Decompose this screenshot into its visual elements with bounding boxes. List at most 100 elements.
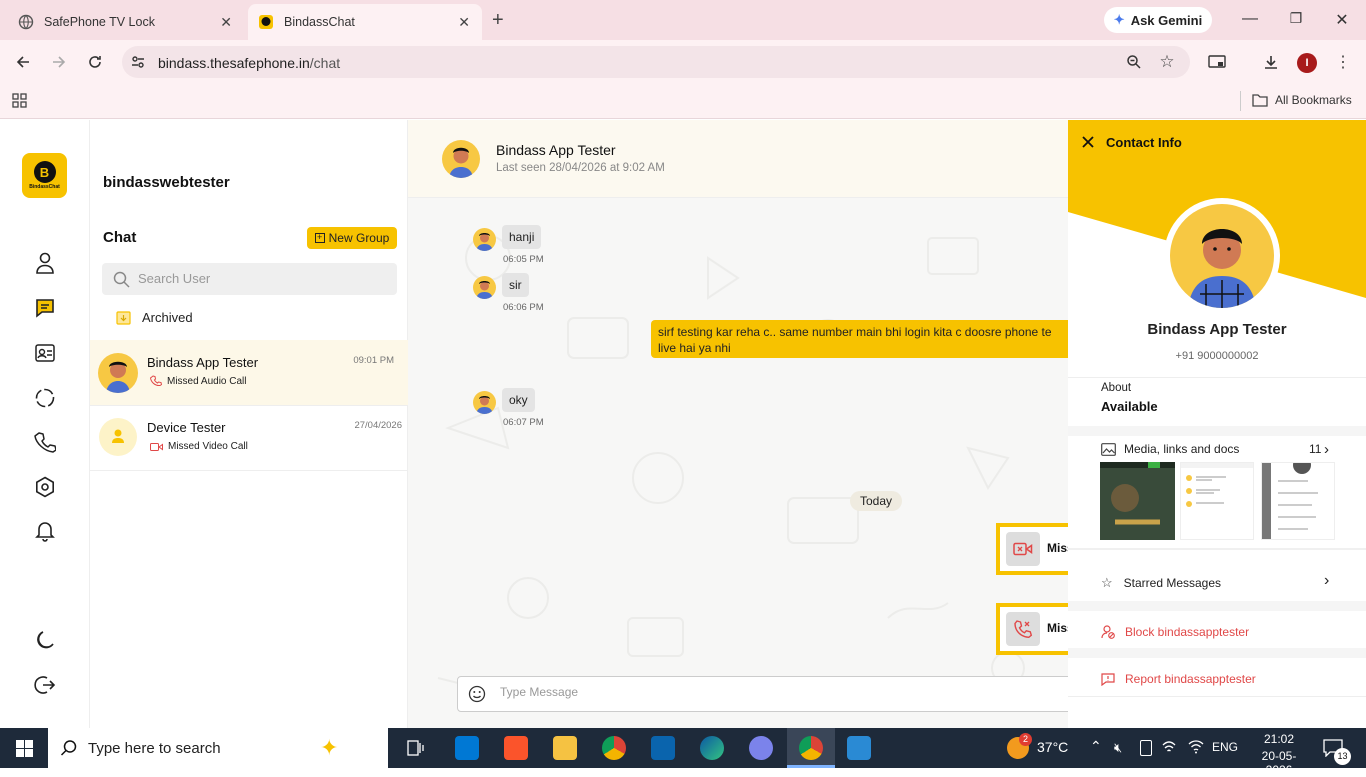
logout-icon[interactable] [33,673,57,697]
chat-icon[interactable] [33,296,57,320]
incoming-message: sir [502,273,529,297]
starred-messages-row[interactable]: ☆ Starred Messages [1101,575,1221,591]
apps-grid-icon[interactable] [12,93,27,111]
contact-phone: +91 9000000002 [1175,350,1259,362]
archived-row[interactable]: Archived [116,310,193,325]
battery-icon[interactable] [1140,740,1152,756]
missed-video-call-icon [150,442,163,451]
reload-icon[interactable] [83,50,107,74]
dark-mode-moon-icon[interactable] [33,628,57,652]
contacts-icon[interactable] [33,341,57,365]
tab-bindasschat[interactable]: BindassChat ✕ [248,4,482,40]
close-tab-icon[interactable]: ✕ [458,14,470,31]
incoming-message: hanji [502,225,542,249]
close-icon[interactable] [1080,134,1096,153]
chat-item[interactable]: Device Tester 27/04/2026 Missed Video Ca… [90,406,408,470]
bookmark-star-icon[interactable]: ☆ [1155,50,1179,74]
media-links-docs-row[interactable]: Media, links and docs [1101,442,1239,456]
download-icon[interactable] [1259,50,1283,74]
missed-video-call-card[interactable]: Miss [996,523,1068,575]
brave-browser-icon[interactable] [504,736,528,760]
chrome-profile-icon[interactable] [799,736,823,760]
outgoing-message-line: sirf testing kar reha c.. same number ma… [658,325,1052,339]
file-explorer-icon[interactable] [553,736,577,760]
profile-icon[interactable] [33,251,57,275]
minimize-icon[interactable]: — [1240,10,1260,28]
ask-gemini-button[interactable]: ✦ Ask Gemini [1104,7,1212,33]
volume-muted-icon[interactable]: 🔇︎ [1114,740,1122,756]
cast-icon[interactable] [1205,50,1229,74]
chat-item[interactable]: Bindass App Tester 09:01 PM Missed Audio… [90,340,408,405]
chat-list-panel: bindasswebtester Chat + New Group Search… [90,120,408,728]
section-divider [1068,426,1366,436]
profile-avatar[interactable]: I [1297,53,1317,73]
chevron-right-icon[interactable]: › [1324,441,1329,458]
back-icon[interactable] [11,50,35,74]
contact-large-avatar [1164,198,1280,314]
wifi-icon[interactable] [1188,739,1204,758]
edge-icon[interactable] [700,736,724,760]
contact-avatar [98,353,138,393]
chrome-icon[interactable] [602,736,626,760]
header-avatar[interactable] [442,140,480,178]
message-time: 06:05 PM [503,254,544,265]
media-thumbnail[interactable] [1180,462,1254,540]
divider [90,470,408,471]
block-contact-button[interactable]: Block bindassapptester [1101,625,1249,639]
conversation-panel: Bindass App Tester Last seen 28/04/2026 … [408,120,1068,728]
search-placeholder: Search User [138,271,211,286]
media-thumbnail[interactable] [1100,462,1175,540]
username: bindasswebtester [103,174,230,191]
task-view-icon[interactable] [407,740,425,759]
conversation-name[interactable]: Bindass App Tester [496,142,616,158]
zoom-icon[interactable] [1122,50,1146,74]
restore-icon[interactable]: ❐ [1286,10,1306,27]
photos-icon[interactable] [847,736,871,760]
settings-icon[interactable] [33,475,57,499]
clock-date: 20-05-2026 [1261,749,1297,777]
section-divider [1068,601,1366,611]
browser-toolbar: bindass.thesafephone.in/chat ☆ I ⋮ [0,40,1366,85]
plus-square-icon: + [314,233,325,243]
status-icon[interactable] [33,386,57,410]
copilot-icon[interactable] [749,736,773,760]
forward-icon[interactable] [47,50,71,74]
network-icon[interactable] [1161,739,1177,758]
search-input[interactable]: Search User [102,263,397,295]
new-group-button[interactable]: + New Group [307,227,397,249]
input-language[interactable]: ENG [1212,740,1238,754]
all-bookmarks-button[interactable]: All Bookmarks [1252,93,1352,107]
windows-start-icon[interactable] [16,740,33,760]
outlook-icon[interactable] [651,736,675,760]
close-tab-icon[interactable]: ✕ [220,14,232,31]
tab-safephone[interactable]: SafePhone TV Lock ✕ [8,4,244,40]
starred-label: Starred Messages [1123,576,1222,590]
address-bar[interactable]: bindass.thesafephone.in/chat ☆ [122,46,1190,78]
message-avatar [473,228,496,251]
block-label: Block bindassapptester [1125,625,1250,639]
close-window-icon[interactable]: ✕ [1332,10,1352,30]
new-tab-icon[interactable]: + [492,9,504,32]
microsoft-store-icon[interactable] [455,736,479,760]
clock[interactable]: 21:02 20-05-2026 [1249,732,1309,777]
site-settings-icon[interactable] [126,50,150,74]
chat-item-status-text: Missed Audio Call [167,375,247,387]
chat-item-status: Missed Audio Call [150,375,246,387]
report-contact-button[interactable]: Report bindassapptester [1101,672,1256,686]
chat-item-name: Device Tester [147,420,226,435]
chevron-right-icon[interactable]: › [1324,572,1329,590]
missed-audio-call-card[interactable]: Miss [996,603,1068,655]
calls-icon[interactable] [33,430,57,454]
taskbar-search-box[interactable]: Type here to search ✦ [48,728,388,768]
block-user-icon [1101,625,1115,639]
notifications-bell-icon[interactable] [33,519,57,543]
bookmarks-bar: All Bookmarks [0,85,1366,119]
chevron-up-icon[interactable]: ⌃ [1090,738,1102,755]
media-thumbnail[interactable] [1261,462,1335,540]
emoji-icon[interactable] [468,685,486,706]
profile-initial: I [1305,57,1309,69]
menu-dots-icon[interactable]: ⋮ [1331,50,1355,74]
last-seen-text: Last seen 28/04/2026 at 9:02 AM [496,162,665,174]
message-input[interactable]: Type Message [457,676,1068,712]
search-highlights-icon[interactable]: ✦ [320,735,338,761]
